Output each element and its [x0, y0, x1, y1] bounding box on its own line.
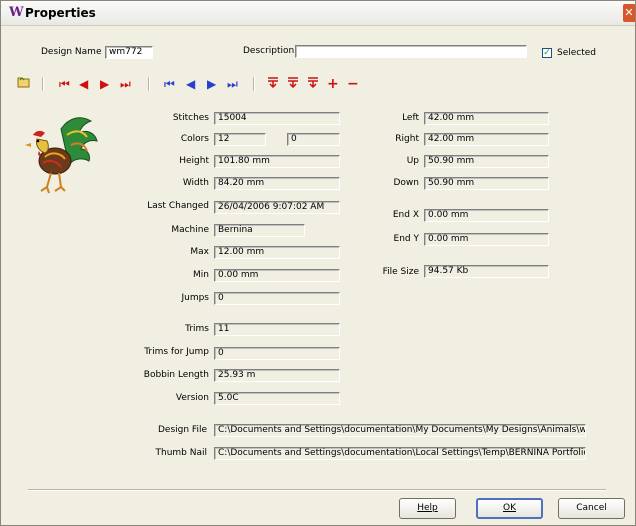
- colors-field: 12: [214, 133, 266, 146]
- ok-button[interactable]: OK: [476, 498, 543, 519]
- jumps-label: Jumps: [181, 293, 209, 303]
- trims-label: Trims: [185, 324, 209, 334]
- height-field: 101.80 mm: [214, 155, 340, 168]
- bobbin-length-label: Bobbin Length: [143, 370, 209, 380]
- help-button-label: Help: [417, 503, 438, 513]
- design-file-label: Design File: [158, 425, 207, 435]
- version-field: 5.0C: [214, 392, 340, 405]
- bobbin-length-field: 25.93 m: [214, 369, 340, 382]
- first-red-icon[interactable]: ⏮: [59, 76, 70, 92]
- down-label: Down: [393, 178, 419, 188]
- left-field: 42.00 mm: [424, 112, 549, 125]
- toolbar-separator: [253, 77, 255, 91]
- width-label: Width: [182, 178, 209, 188]
- description-label: Description: [243, 46, 295, 56]
- toolbar-separator: [148, 77, 150, 91]
- max-label: Max: [190, 247, 209, 257]
- toolbar-separator: [42, 77, 44, 91]
- stitch-b-icon[interactable]: [287, 76, 299, 92]
- title-bar[interactable]: W Properties ✕: [1, 1, 635, 26]
- up-field: 50.90 mm: [424, 155, 549, 168]
- jumps-field: 0: [214, 292, 340, 305]
- close-button[interactable]: ✕: [623, 4, 635, 22]
- first-blue-icon[interactable]: ⏮: [164, 76, 175, 92]
- next-blue-icon[interactable]: ▶: [207, 76, 216, 92]
- left-label: Left: [402, 113, 419, 123]
- divider: [28, 489, 606, 491]
- right-label: Right: [395, 134, 419, 144]
- trims-for-jump-field: 0: [214, 347, 340, 360]
- add-icon[interactable]: +: [327, 76, 339, 92]
- machine-field: Bernina: [214, 224, 305, 237]
- max-field: 12.00 mm: [214, 246, 340, 259]
- min-field: 0.00 mm: [214, 269, 340, 282]
- open-folder-icon[interactable]: [17, 76, 31, 92]
- down-field: 50.90 mm: [424, 177, 549, 190]
- last-red-icon[interactable]: ⏭: [120, 76, 131, 92]
- trims-for-jump-label: Trims for Jump: [144, 347, 209, 357]
- trims-field: 11: [214, 323, 340, 336]
- selected-label: Selected: [557, 48, 597, 58]
- next-red-icon[interactable]: ▶: [100, 76, 109, 92]
- height-label: Height: [179, 156, 209, 166]
- colors-label: Colors: [180, 134, 209, 144]
- remove-icon[interactable]: −: [347, 76, 359, 92]
- prev-red-icon[interactable]: ◀: [79, 76, 88, 92]
- last-blue-icon[interactable]: ⏭: [227, 76, 238, 92]
- up-label: Up: [406, 156, 419, 166]
- prev-blue-icon[interactable]: ◀: [186, 76, 195, 92]
- description-input[interactable]: [295, 45, 527, 58]
- end-y-label: End Y: [393, 234, 419, 244]
- stitches-label: Stitches: [172, 113, 209, 123]
- properties-dialog: W Properties ✕ Design Name wm772 Descrip…: [0, 0, 636, 526]
- app-logo-icon: W: [9, 5, 24, 20]
- stitch-c-icon[interactable]: [307, 76, 319, 92]
- file-size-field: 94.57 Kb: [424, 265, 549, 278]
- width-field: 84.20 mm: [214, 177, 340, 190]
- cancel-button[interactable]: Cancel: [558, 498, 625, 519]
- colors-secondary-field: 0: [287, 133, 340, 146]
- end-x-field: 0.00 mm: [424, 209, 549, 222]
- design-name-label: Design Name: [41, 47, 102, 57]
- stitches-field: 15004: [214, 112, 340, 125]
- end-y-field: 0.00 mm: [424, 233, 549, 246]
- machine-label: Machine: [171, 225, 209, 235]
- selected-checkbox[interactable]: ✓: [542, 48, 552, 58]
- right-field: 42.00 mm: [424, 133, 549, 146]
- end-x-label: End X: [392, 210, 419, 220]
- stitch-a-icon[interactable]: [267, 76, 279, 92]
- help-button[interactable]: Help: [399, 498, 456, 519]
- min-label: Min: [193, 270, 209, 280]
- design-name-input[interactable]: wm772: [105, 46, 153, 59]
- file-size-label: File Size: [382, 267, 419, 277]
- window-title: Properties: [25, 6, 96, 20]
- thumb-nail-label: Thumb Nail: [155, 448, 208, 458]
- thumb-nail-field: C:\Documents and Settings\documentation\…: [214, 447, 586, 460]
- last-changed-field: 26/04/2006 9:07:02 AM: [214, 201, 340, 214]
- ok-button-label: OK: [503, 503, 516, 513]
- version-label: Version: [175, 393, 209, 403]
- design-file-field: C:\Documents and Settings\documentation\…: [214, 424, 586, 437]
- design-thumbnail: [21, 111, 99, 197]
- last-changed-label: Last Changed: [147, 201, 209, 211]
